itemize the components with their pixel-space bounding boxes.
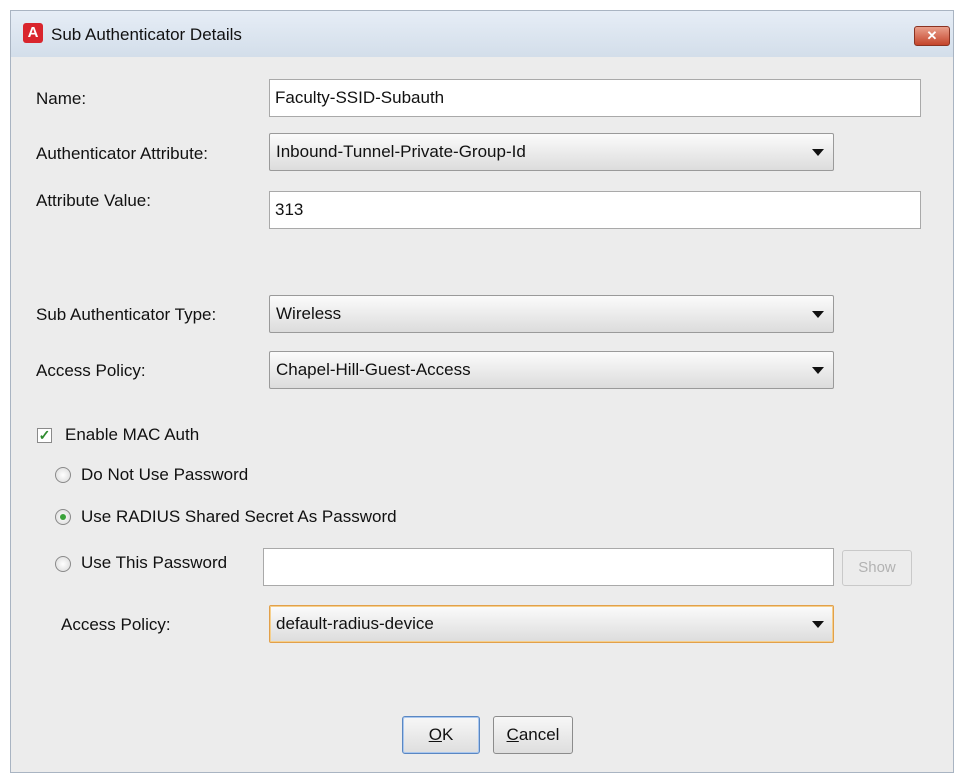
radio-use-this-password-label: Use This Password xyxy=(81,553,228,572)
access-policy-select[interactable]: Chapel-Hill-Guest-Access xyxy=(269,351,834,389)
close-icon: ✕ xyxy=(926,28,938,43)
sub-authenticator-type-value: Wireless xyxy=(276,304,342,323)
sub-authenticator-dialog: A Sub Authenticator Details ✕ Name: Facu… xyxy=(10,10,954,773)
authenticator-attribute-select[interactable]: Inbound-Tunnel-Private-Group-Id xyxy=(269,133,834,171)
cancel-label-rest: ancel xyxy=(518,725,560,744)
title-bar: A Sub Authenticator Details ✕ xyxy=(11,11,953,57)
sub-authenticator-type-select[interactable]: Wireless xyxy=(269,295,834,333)
mac-access-policy-select[interactable]: default-radius-device xyxy=(269,605,834,643)
sub-authenticator-type-label: Sub Authenticator Type: xyxy=(36,305,217,324)
radio-use-radius-shared-secret[interactable] xyxy=(55,509,71,525)
radio-use-this-password[interactable] xyxy=(55,556,71,572)
checkmark-icon: ✓ xyxy=(38,427,51,443)
cancel-mnemonic: C xyxy=(506,725,519,744)
radio-do-not-use-password[interactable] xyxy=(55,467,71,483)
access-policy-value: Chapel-Hill-Guest-Access xyxy=(276,360,471,379)
enable-mac-auth-checkbox[interactable]: ✓ xyxy=(37,428,52,443)
password-field[interactable] xyxy=(263,548,834,586)
name-field[interactable]: Faculty-SSID-Subauth xyxy=(269,79,921,117)
radio-do-not-use-password-label: Do Not Use Password xyxy=(81,465,249,484)
chevron-down-icon xyxy=(812,367,824,374)
show-password-button[interactable]: Show xyxy=(842,550,912,586)
enable-mac-auth-label: Enable MAC Auth xyxy=(65,425,200,444)
ok-mnemonic: O xyxy=(428,725,442,744)
mac-access-policy-label: Access Policy: xyxy=(61,615,171,634)
close-button[interactable]: ✕ xyxy=(914,26,950,46)
ok-button[interactable]: OK xyxy=(402,716,480,754)
attribute-value-label: Attribute Value: xyxy=(36,191,151,210)
chevron-down-icon xyxy=(812,311,824,318)
chevron-down-icon xyxy=(812,149,824,156)
ok-label-rest: K xyxy=(441,725,454,744)
app-logo-icon: A xyxy=(23,23,43,43)
radio-use-radius-shared-secret-label: Use RADIUS Shared Secret As Password xyxy=(81,507,397,526)
dialog-title: Sub Authenticator Details xyxy=(51,25,242,44)
authenticator-attribute-value: Inbound-Tunnel-Private-Group-Id xyxy=(276,142,526,161)
authenticator-attribute-label: Authenticator Attribute: xyxy=(36,144,208,163)
cancel-button[interactable]: Cancel xyxy=(493,716,573,754)
name-label: Name: xyxy=(36,89,87,108)
radio-selected-dot xyxy=(60,514,66,520)
attribute-value-field[interactable]: 313 xyxy=(269,191,921,229)
mac-access-policy-value: default-radius-device xyxy=(276,614,434,633)
chevron-down-icon xyxy=(812,621,824,628)
access-policy-label: Access Policy: xyxy=(36,361,146,380)
